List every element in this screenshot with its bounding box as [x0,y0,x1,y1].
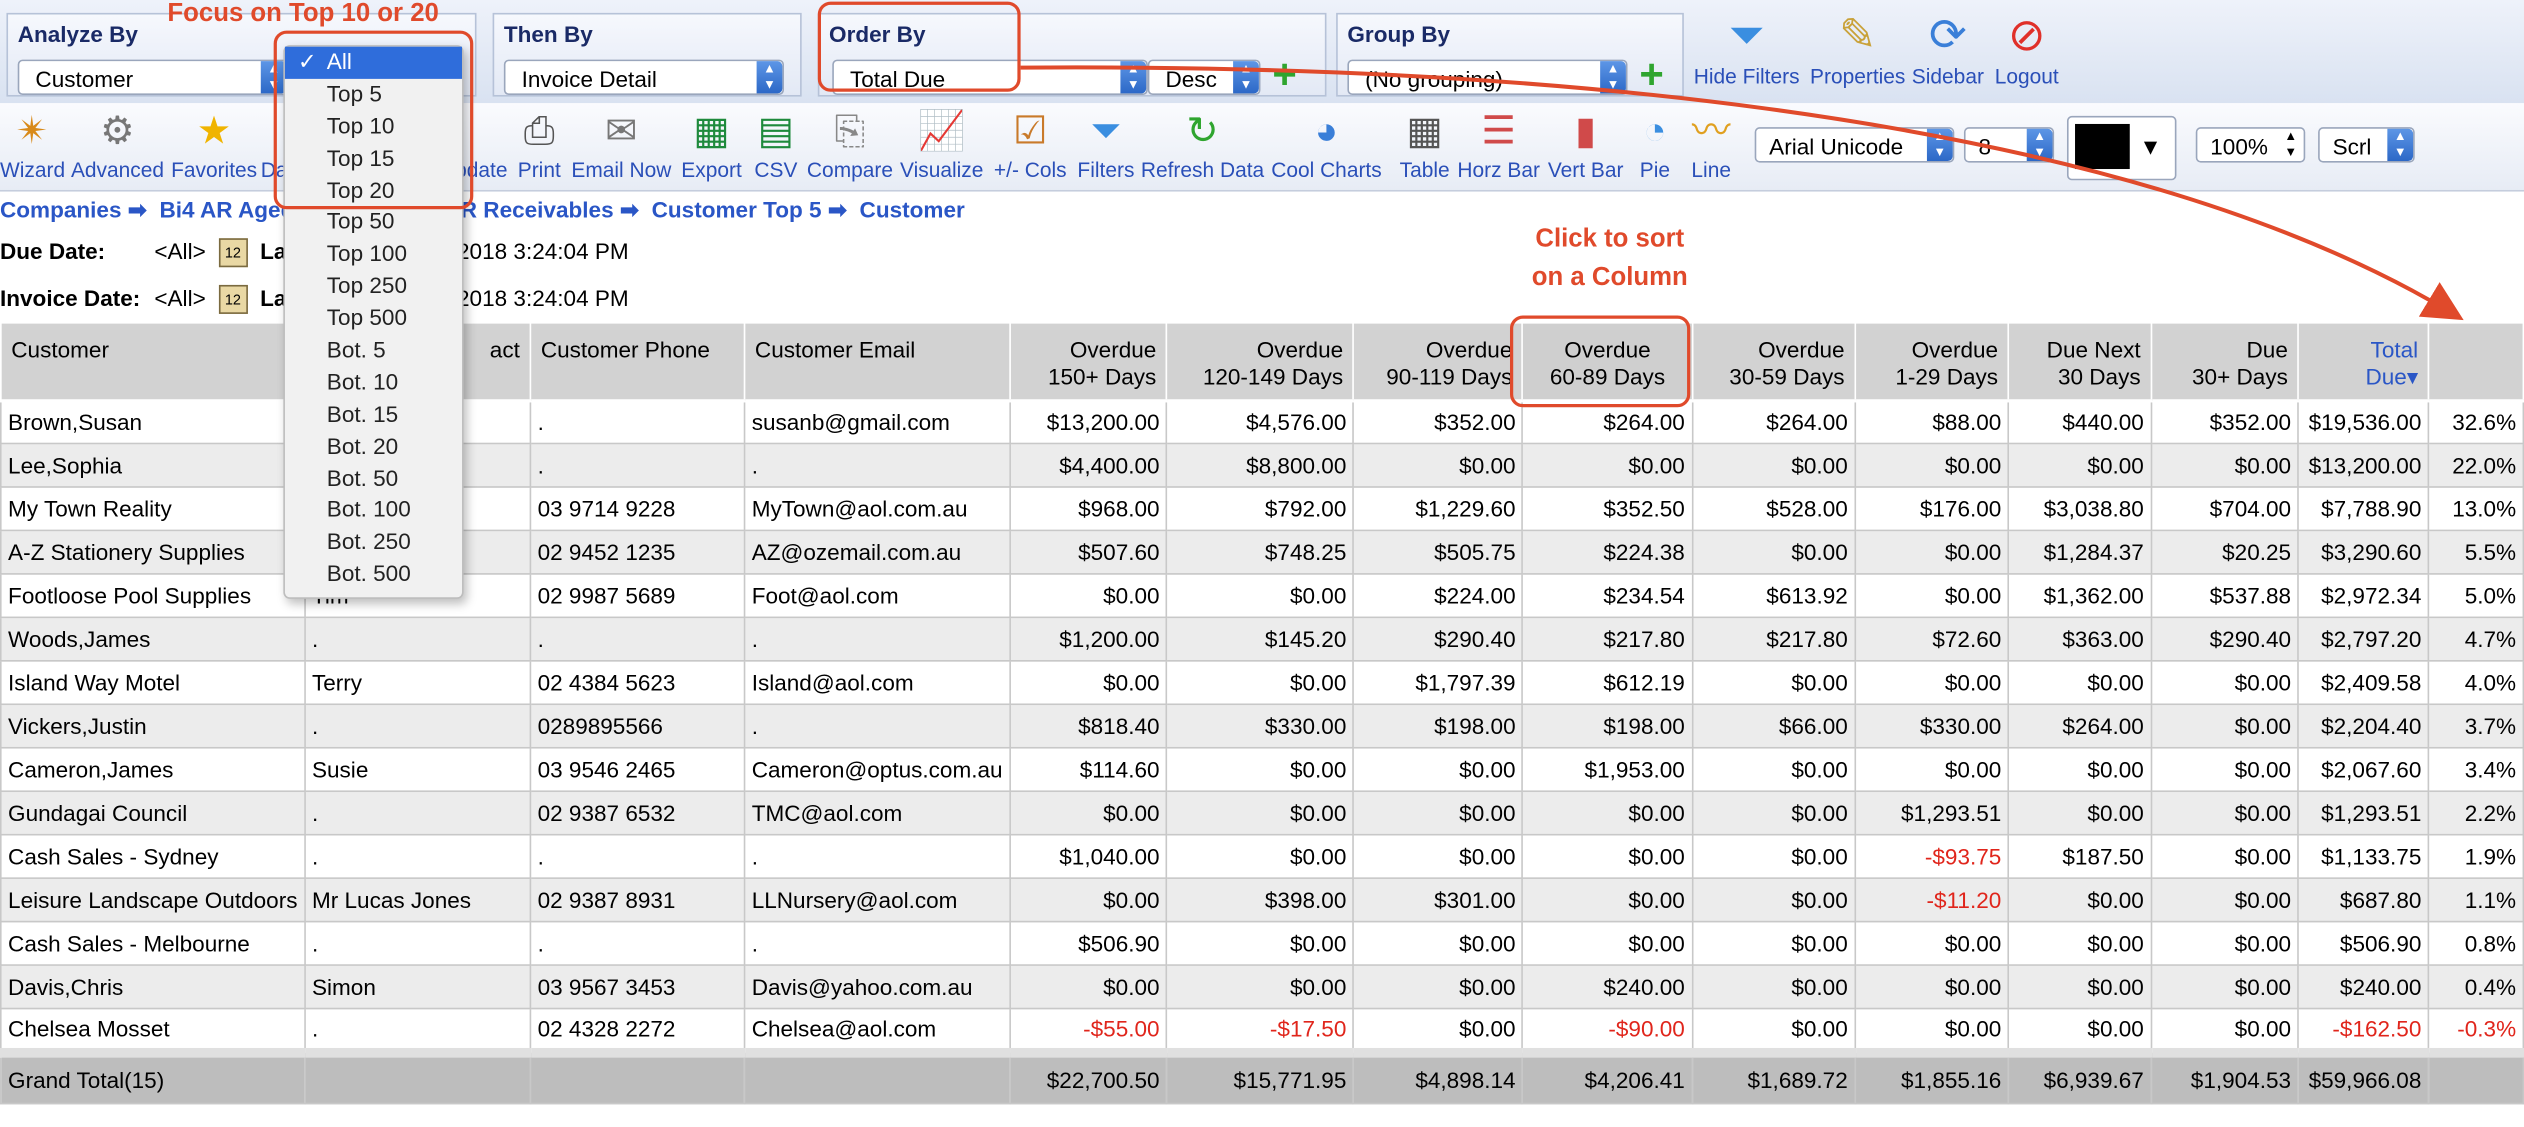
arrow-path [1020,65,2464,321]
report-window: Analyze By Customer ▲ ▼ Then By Invoice D… [0,0,2524,1127]
annotation-arrow [1020,65,2464,321]
